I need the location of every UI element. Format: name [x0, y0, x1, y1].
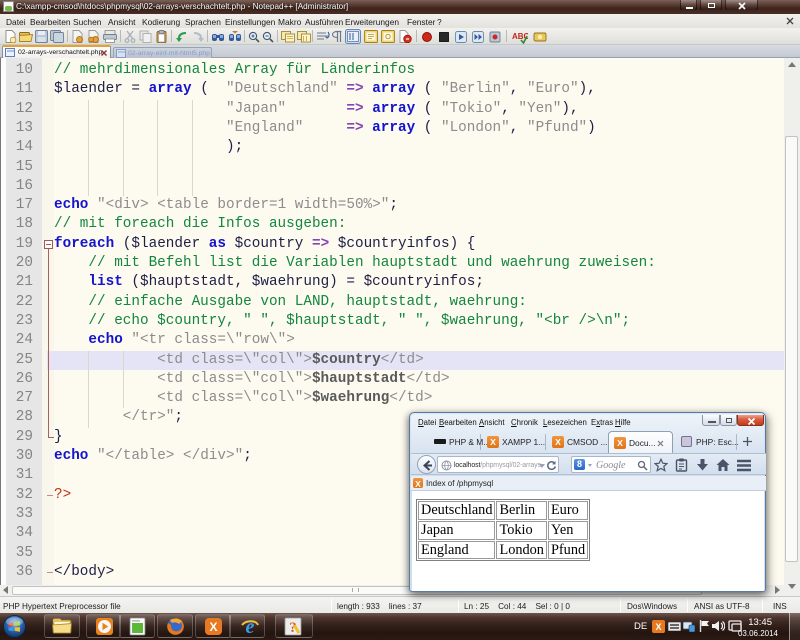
svg-text:X: X: [209, 620, 217, 634]
svg-text:X: X: [655, 622, 661, 632]
svg-text:e: e: [246, 616, 255, 637]
